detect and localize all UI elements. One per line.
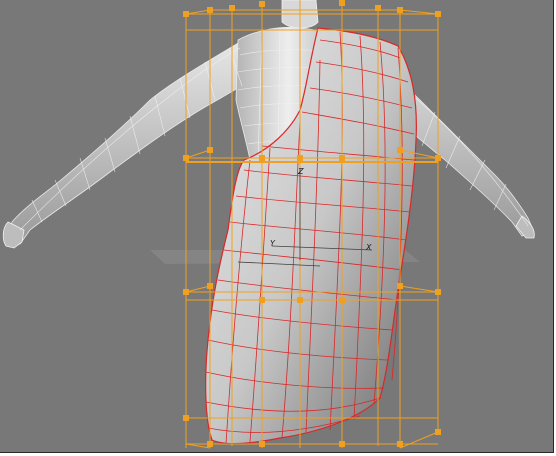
gizmo-z-label: Z <box>298 167 304 176</box>
gizmo-x-label: X <box>366 243 372 252</box>
gizmo-y-label: Y <box>270 239 275 248</box>
left-arm <box>7 41 251 245</box>
viewport-canvas[interactable] <box>0 0 553 452</box>
perspective-viewport[interactable]: Z Y X <box>0 0 554 453</box>
